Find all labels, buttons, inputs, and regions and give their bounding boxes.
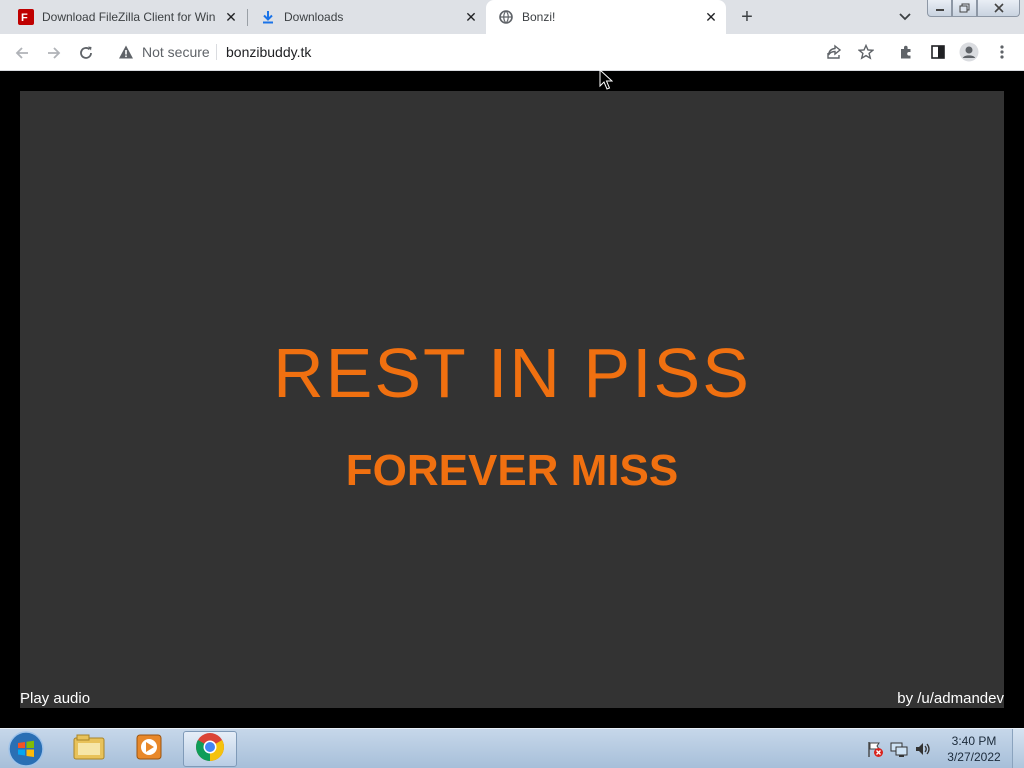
network-icon[interactable]: [890, 740, 908, 758]
window-controls: [927, 0, 1020, 18]
volume-icon[interactable]: [914, 740, 932, 758]
url-text[interactable]: bonzibuddy.tk: [226, 44, 311, 60]
show-desktop-button[interactable]: [1012, 729, 1024, 768]
download-icon: [260, 9, 276, 25]
restore-button[interactable]: [952, 0, 977, 17]
menu-kebab-icon[interactable]: [992, 42, 1012, 62]
mouse-cursor-icon: [599, 68, 614, 91]
tab-bonzi[interactable]: Bonzi! ✕: [486, 0, 726, 34]
media-player-icon: [135, 733, 163, 766]
action-center-flag-icon[interactable]: [866, 740, 884, 758]
filezilla-icon: F: [18, 9, 34, 25]
tab-search-chevron-icon[interactable]: [896, 8, 914, 26]
close-tab-icon[interactable]: ✕: [462, 8, 480, 26]
reload-button[interactable]: [74, 41, 98, 65]
taskbar-explorer[interactable]: [62, 731, 116, 767]
tab-downloads[interactable]: Downloads ✕: [248, 0, 486, 34]
taskbar-chrome[interactable]: [183, 731, 237, 767]
warning-icon[interactable]: [118, 44, 134, 60]
page-headline: REST IN PISS: [273, 334, 751, 412]
address-divider: [216, 44, 217, 60]
windows-explorer-icon: [73, 733, 105, 766]
tab-filezilla[interactable]: F Download FileZilla Client for Win ✕: [0, 0, 246, 34]
new-tab-button[interactable]: +: [736, 6, 758, 28]
share-icon[interactable]: [824, 42, 844, 62]
tab-title: Downloads: [284, 10, 344, 24]
chrome-icon: [195, 732, 225, 767]
start-button[interactable]: [6, 730, 46, 768]
forward-button[interactable]: [42, 41, 66, 65]
tab-title: Bonzi!: [522, 10, 556, 24]
globe-icon: [498, 9, 514, 25]
extensions-puzzle-icon[interactable]: [896, 42, 916, 62]
minimize-button[interactable]: [927, 0, 952, 17]
security-label[interactable]: Not secure: [142, 44, 210, 60]
credit-text: by /u/admandev: [897, 690, 1004, 707]
play-audio-link[interactable]: Play audio: [20, 690, 90, 707]
svg-text:F: F: [21, 12, 28, 24]
bookmark-star-icon[interactable]: [856, 42, 876, 62]
profile-avatar-icon[interactable]: [959, 42, 979, 62]
system-clock[interactable]: 3:40 PM 3/27/2022: [940, 733, 1008, 765]
page-subheadline: FOREVER MISS: [345, 446, 679, 495]
close-window-button[interactable]: [977, 0, 1020, 17]
close-tab-icon[interactable]: ✕: [702, 8, 720, 26]
tab-title: Download FileZilla Client for Win: [42, 10, 216, 24]
taskbar-media-player[interactable]: [122, 731, 176, 767]
close-tab-icon[interactable]: ✕: [222, 8, 240, 26]
clock-time: 3:40 PM: [951, 734, 997, 748]
clock-date: 3/27/2022: [947, 750, 1001, 764]
address-bar[interactable]: [108, 38, 888, 66]
back-button[interactable]: [10, 41, 34, 65]
side-panel-icon[interactable]: [928, 42, 948, 62]
